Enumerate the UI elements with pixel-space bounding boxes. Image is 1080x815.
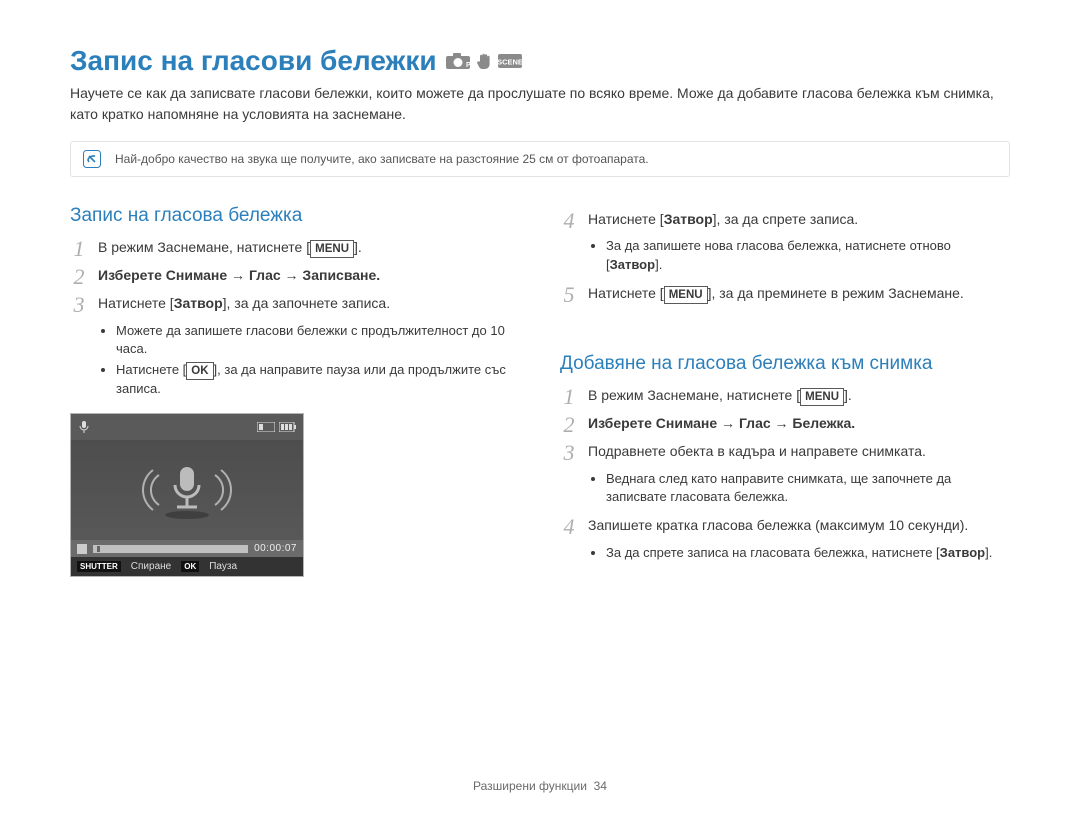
step-body: Натиснете [Затвор], за да започнете запи…: [98, 293, 520, 314]
mode-icons: P SCENE: [445, 52, 523, 70]
rb-step-2: 2 Изберете Снимане → Глас → Бележка.: [560, 413, 1010, 437]
svg-text:SCENE: SCENE: [497, 58, 523, 67]
lcd-body: [71, 440, 303, 540]
step-text: В режим Заснемане, натиснете [: [98, 239, 310, 255]
ok-tag: OK: [181, 561, 199, 572]
lcd-progress: 00:00:07: [71, 540, 303, 557]
menu-key: MENU: [800, 388, 844, 406]
rb-step-4-bullets: За да спрете записа на гласовата бележка…: [560, 544, 1010, 563]
two-columns: Запис на гласова бележка 1 В режим Засне…: [70, 205, 1010, 577]
step-number: 3: [70, 293, 88, 317]
left-step-3-bullets: Можете да запишете гласови бележки с про…: [70, 322, 520, 400]
bullet: За да запишете нова гласова бележка, нат…: [606, 237, 1010, 275]
step-text: ], за да преминете в режим Заснемане.: [708, 285, 964, 301]
step-number: 1: [560, 385, 578, 409]
right-step-4-bullets: За да запишете нова гласова бележка, нат…: [560, 237, 1010, 275]
elapsed-time: 00:00:07: [254, 543, 297, 554]
step-body: В режим Заснемане, натиснете [MENU].: [98, 237, 520, 258]
manual-page: Запис на гласови бележки P SCENE Научете…: [0, 0, 1080, 815]
step-body: Запишете кратка гласова бележка (максиму…: [588, 515, 1010, 536]
mic-small-icon: [77, 420, 91, 434]
section-title-add: Добавяне на гласова бележка към снимка: [560, 353, 1010, 375]
intro-text: Научете се как да записвате гласови беле…: [70, 83, 1010, 125]
step-text: Натиснете [: [588, 285, 664, 301]
lcd-screenshot: 00:00:07 SHUTTER Спиране OK Пауза: [70, 413, 304, 577]
rb-step-3: 3 Подравнете обекта в кадъра и направете…: [560, 441, 1010, 465]
note-box: Най-добро качество на звука ще получите,…: [70, 141, 1010, 177]
svg-text:P: P: [466, 62, 471, 69]
step-body: Подравнете обекта в кадъра и направете с…: [588, 441, 1010, 462]
step-body: Изберете Снимане → Глас → Записване.: [98, 265, 520, 286]
right-step-5: 5 Натиснете [MENU], за да преминете в ре…: [560, 283, 1010, 307]
bullet: Натиснете [OK], за да направите пауза ил…: [116, 361, 520, 399]
step-text: ].: [354, 239, 362, 255]
hand-icon: [475, 52, 493, 70]
ok-key: OK: [186, 362, 213, 380]
step-number: 3: [560, 441, 578, 465]
page-title-text: Запис на гласови бележки: [70, 45, 437, 77]
scene-icon: SCENE: [497, 52, 523, 70]
left-step-3: 3 Натиснете [Затвор], за да започнете за…: [70, 293, 520, 317]
right-step-4: 4 Натиснете [Затвор], за да спрете запис…: [560, 209, 1010, 233]
rb-step-3-bullets: Веднага след като направите снимката, ще…: [560, 470, 1010, 508]
info-icon: [83, 150, 101, 168]
step-text: В режим Заснемане, натиснете [: [588, 387, 800, 403]
lcd-status-bar: SHUTTER Спиране OK Пауза: [71, 557, 303, 576]
bullet: Можете да запишете гласови бележки с про…: [116, 322, 520, 360]
step-number: 1: [70, 237, 88, 261]
step-number: 2: [560, 413, 578, 437]
pause-label: Пауза: [209, 561, 237, 572]
stop-icon: [77, 544, 87, 554]
right-column: 4 Натиснете [Затвор], за да спрете запис…: [560, 205, 1010, 577]
step-number: 2: [70, 265, 88, 289]
battery-icon: [279, 422, 297, 432]
menu-key: MENU: [310, 240, 354, 258]
footer-page-number: 34: [594, 779, 607, 793]
page-title: Запис на гласови бележки P SCENE: [70, 45, 1010, 77]
footer-section: Разширени функции: [473, 779, 587, 793]
step-body: Натиснете [Затвор], за да спрете записа.: [588, 209, 1010, 230]
step-body: В режим Заснемане, натиснете [MENU].: [588, 385, 1010, 406]
progress-bar: [93, 545, 248, 553]
step-body: Натиснете [MENU], за да преминете в режи…: [588, 283, 1010, 304]
step-number: 4: [560, 515, 578, 539]
rb-step-1: 1 В режим Заснемане, натиснете [MENU].: [560, 385, 1010, 409]
recording-mic-icon: [127, 455, 247, 525]
camera-p-icon: P: [445, 52, 471, 70]
lcd-indicators: [257, 422, 297, 432]
step-text: ].: [844, 387, 852, 403]
bullet: Веднага след като направите снимката, ще…: [606, 470, 1010, 508]
step-number: 5: [560, 283, 578, 307]
left-column: Запис на гласова бележка 1 В режим Засне…: [70, 205, 520, 577]
step-number: 4: [560, 209, 578, 233]
note-text: Най-добро качество на звука ще получите,…: [115, 152, 649, 166]
lcd-top-bar: [71, 414, 303, 440]
shutter-tag: SHUTTER: [77, 561, 121, 572]
page-footer: Разширени функции 34: [0, 779, 1080, 793]
step-body: Изберете Снимане → Глас → Бележка.: [588, 413, 1010, 434]
section-title-record: Запис на гласова бележка: [70, 205, 520, 227]
left-step-2: 2 Изберете Снимане → Глас → Записване.: [70, 265, 520, 289]
bullet-text: Натиснете [: [116, 362, 186, 377]
stop-label: Спиране: [131, 561, 171, 572]
rec-indicator-icon: [257, 422, 275, 432]
menu-key: MENU: [664, 286, 708, 304]
bullet: За да спрете записа на гласовата бележка…: [606, 544, 1010, 563]
rb-step-4: 4 Запишете кратка гласова бележка (макси…: [560, 515, 1010, 539]
left-step-1: 1 В режим Заснемане, натиснете [MENU].: [70, 237, 520, 261]
